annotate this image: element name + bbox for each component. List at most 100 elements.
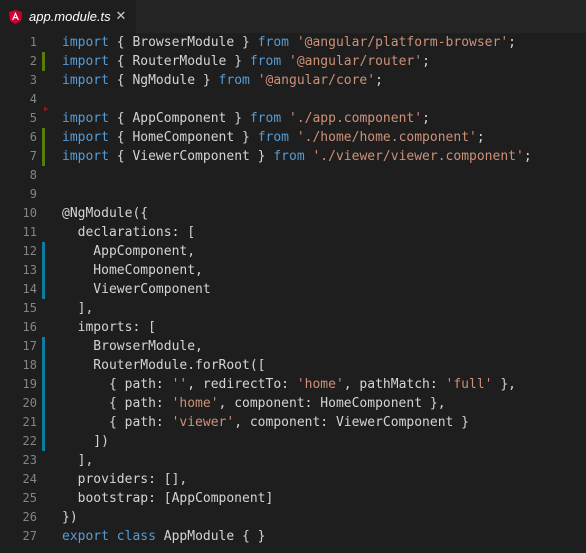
code-token: { ViewerComponent } [108, 149, 274, 164]
gutter-change-marker[interactable] [42, 394, 45, 413]
code-token: ]) [62, 434, 109, 449]
line-number: 23 [22, 453, 37, 467]
string-token: 'home' [296, 377, 344, 392]
code-line[interactable]: 21 { path: 'viewer', component: ViewerCo… [0, 413, 586, 432]
code-line[interactable]: 22 ]) [0, 432, 586, 451]
code-line[interactable]: 25 bootstrap: [AppComponent] [0, 489, 586, 508]
line-number: 12 [22, 244, 37, 258]
code-editor[interactable]: 1 import { BrowserModule } from '@angular… [0, 33, 586, 553]
code-token: { AppComponent } [108, 111, 250, 126]
close-icon[interactable]: ✕ [113, 8, 129, 24]
string-token: 'home' [171, 396, 219, 411]
code-line[interactable]: 20 { path: 'home', component: HomeCompon… [0, 394, 586, 413]
code-line[interactable]: 24 providers: [], [0, 470, 586, 489]
string-token: './home/home.component' [296, 130, 477, 145]
code-text: { path: 'home', component: HomeComponent… [62, 394, 446, 413]
code-line[interactable]: 9 [0, 185, 586, 204]
code-text: ViewerComponent [62, 280, 211, 299]
keyword-token: from [218, 73, 250, 88]
line-number: 1 [29, 35, 37, 49]
code-token: ViewerComponent [62, 282, 211, 297]
code-line[interactable]: 10 @NgModule({ [0, 204, 586, 223]
code-line[interactable]: 3 import { NgModule } from '@angular/core… [0, 71, 586, 90]
code-line[interactable]: 16 imports: [ [0, 318, 586, 337]
gutter-change-marker[interactable] [42, 337, 45, 356]
code-text: RouterModule.forRoot([ [62, 356, 265, 375]
code-line[interactable]: 27 export class AppModule { } [0, 527, 586, 546]
tab-app-module[interactable]: app.module.ts ✕ [0, 0, 136, 33]
code-line[interactable]: 19 { path: '', redirectTo: 'home', pathM… [0, 375, 586, 394]
code-line[interactable]: 2 import { RouterModule } from '@angular/… [0, 52, 586, 71]
line-number: 7 [29, 149, 37, 163]
line-number: 13 [22, 263, 37, 277]
line-number: 24 [22, 472, 37, 486]
code-text: export class AppModule { } [62, 527, 266, 546]
code-token: ; [476, 130, 485, 145]
code-line[interactable]: 11 declarations: [ [0, 223, 586, 242]
code-line[interactable]: 7 import { ViewerComponent } from './view… [0, 147, 586, 166]
code-token: HomeComponent, [62, 263, 203, 278]
gutter-change-marker[interactable] [42, 261, 45, 280]
code-text: import { BrowserModule } from '@angular/… [62, 33, 516, 52]
keyword-token: from [249, 54, 282, 69]
code-token: }) [62, 510, 78, 525]
code-line[interactable]: 14 ViewerComponent [0, 280, 586, 299]
code-token: { RouterModule } [108, 54, 250, 69]
string-token: './app.component' [289, 111, 423, 126]
keyword-token: from [257, 35, 289, 50]
line-number: 11 [22, 225, 37, 239]
code-text: { path: '', redirectTo: 'home', pathMatc… [62, 375, 516, 394]
code-line[interactable]: 5 ▶ import { AppComponent } from './app.co… [0, 105, 586, 128]
code-text: { path: 'viewer', component: ViewerCompo… [62, 413, 469, 432]
code-line[interactable]: 12 AppComponent, [0, 242, 586, 261]
gutter-change-marker[interactable] [42, 242, 45, 261]
code-line[interactable]: 23 ], [0, 451, 586, 470]
string-token: '@angular/core' [257, 73, 376, 88]
code-token: AppComponent, [62, 244, 196, 259]
gutter-change-marker[interactable] [42, 375, 45, 394]
code-text: AppComponent, [62, 242, 195, 261]
gutter-change-marker[interactable] [42, 432, 45, 451]
deleted-marker-icon[interactable]: ▶ [44, 105, 52, 113]
code-line[interactable]: 4 [0, 90, 586, 109]
editor-tab-bar: app.module.ts ✕ [0, 0, 586, 33]
line-number: 17 [22, 339, 37, 353]
line-number: 3 [29, 73, 37, 87]
code-token: declarations: [ [62, 225, 196, 240]
code-line[interactable]: 1 import { BrowserModule } from '@angular… [0, 33, 586, 52]
string-token: '' [171, 377, 188, 392]
code-text: ], [62, 451, 94, 470]
code-token: ; [375, 73, 383, 88]
tab-title: app.module.ts [29, 9, 111, 24]
code-token: ; [422, 111, 430, 126]
string-token: './viewer/viewer.component' [312, 149, 524, 164]
code-line[interactable]: 18 RouterModule.forRoot([ [0, 356, 586, 375]
gutter-change-marker[interactable] [42, 280, 45, 299]
gutter-change-marker[interactable] [42, 356, 45, 375]
line-number: 19 [22, 377, 37, 391]
gutter-change-marker[interactable] [42, 147, 45, 166]
string-token: '@angular/platform-browser' [296, 35, 509, 50]
gutter-change-marker[interactable] [42, 128, 45, 147]
code-line[interactable]: 26}) [0, 508, 586, 527]
code-token: , component: HomeComponent }, [218, 396, 446, 411]
keyword-token: import [62, 35, 109, 50]
code-token: ], [62, 301, 94, 316]
code-line[interactable]: 8 [0, 166, 586, 185]
code-text: declarations: [ [62, 223, 195, 242]
code-line[interactable]: 17 BrowserModule, [0, 337, 586, 356]
angular-icon [8, 9, 22, 24]
gutter-change-marker[interactable] [42, 52, 45, 71]
line-number: 9 [29, 187, 37, 201]
line-number: 14 [22, 282, 37, 296]
code-line[interactable]: 6 import { HomeComponent } from './home/h… [0, 128, 586, 147]
code-line[interactable]: 13 HomeComponent, [0, 261, 586, 280]
gutter-change-marker[interactable] [42, 413, 45, 432]
code-text: }) [62, 508, 78, 527]
code-line[interactable]: 15 ], [0, 299, 586, 318]
code-token: imports: [ [62, 320, 156, 335]
code-token: }, [492, 377, 516, 392]
